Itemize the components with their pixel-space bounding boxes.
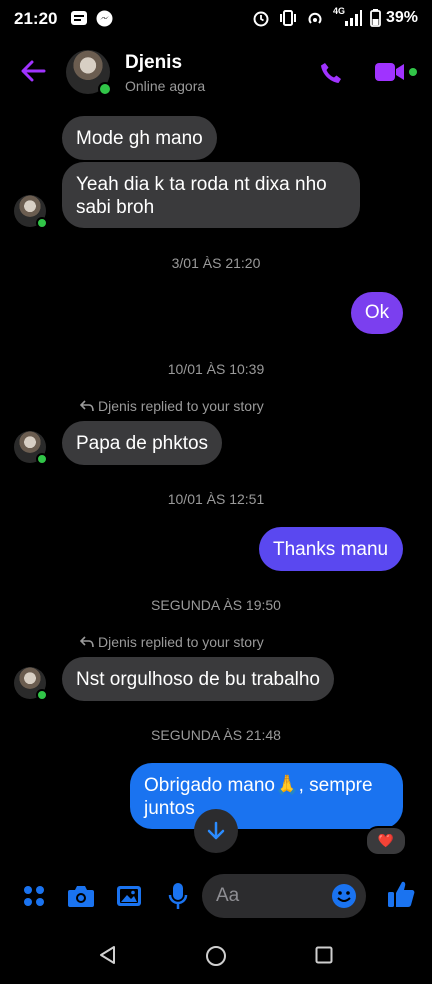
nav-home-icon[interactable] xyxy=(205,945,227,972)
story-reply-note: Djenis replied to your story xyxy=(98,634,264,650)
timestamp: 10/01 ÀS 10:39 xyxy=(167,361,265,377)
hotspot-icon xyxy=(306,9,324,32)
sent-message-bubble[interactable]: Ok xyxy=(351,292,403,334)
message-bubble[interactable]: Mode gh mano xyxy=(62,116,217,160)
contact-name[interactable]: Djenis xyxy=(125,52,182,74)
timestamp: 3/01 ÀS 21:20 xyxy=(171,255,261,271)
message-bubble[interactable]: Nst orgulhoso de bu trabalho xyxy=(62,657,334,701)
reply-icon xyxy=(79,399,94,417)
status-time: 21:20 xyxy=(14,9,58,28)
message-notification-icon xyxy=(70,10,88,31)
alarm-icon xyxy=(252,9,270,32)
sender-avatar[interactable] xyxy=(14,667,48,701)
timestamp: SEGUNDA ÀS 21:48 xyxy=(151,727,281,743)
timestamp: 10/01 ÀS 12:51 xyxy=(167,491,265,507)
message-bubble[interactable]: Papa de phktos xyxy=(62,421,223,465)
video-active-dot xyxy=(409,68,417,76)
contact-avatar[interactable] xyxy=(66,50,112,96)
reply-icon xyxy=(79,635,94,653)
emoji-icon[interactable] xyxy=(330,882,358,910)
message-input[interactable]: Aa xyxy=(202,874,366,918)
timestamp: SEGUNDA ÀS 19:50 xyxy=(151,597,281,613)
video-call-icon[interactable] xyxy=(373,60,407,84)
story-reply-note: Djenis replied to your story xyxy=(98,398,264,414)
vibrate-icon xyxy=(278,10,298,31)
gallery-icon[interactable] xyxy=(114,881,144,911)
arrow-down-icon xyxy=(207,821,225,840)
camera-icon[interactable] xyxy=(66,881,96,911)
scroll-down-button[interactable] xyxy=(194,809,238,853)
phone-call-icon[interactable] xyxy=(316,58,346,88)
sender-avatar[interactable] xyxy=(14,431,48,465)
more-apps-icon[interactable] xyxy=(20,882,48,910)
nav-back-icon[interactable] xyxy=(98,945,116,970)
sent-message-bubble[interactable]: Obrigado mano🙏, sempre juntos xyxy=(130,763,403,829)
sender-avatar[interactable] xyxy=(14,195,48,229)
microphone-icon[interactable] xyxy=(164,881,192,911)
online-indicator xyxy=(98,82,112,96)
signal-icon xyxy=(344,10,362,31)
like-thumbs-up-icon[interactable] xyxy=(386,878,416,910)
back-arrow-icon[interactable] xyxy=(18,56,48,86)
nav-recents-icon[interactable] xyxy=(315,946,333,969)
sent-message-bubble[interactable]: Thanks manu xyxy=(259,527,403,571)
message-bubble[interactable]: Yeah dia k ta roda nt dixa nho sabi broh xyxy=(62,162,360,228)
battery-percent: 39% xyxy=(385,9,418,26)
presence-status: Online agora xyxy=(125,78,206,94)
heart-reaction[interactable]: ❤️ xyxy=(365,826,407,856)
battery-icon xyxy=(370,9,381,32)
message-input-placeholder: Aa xyxy=(216,885,240,906)
messenger-notification-icon xyxy=(96,10,113,32)
